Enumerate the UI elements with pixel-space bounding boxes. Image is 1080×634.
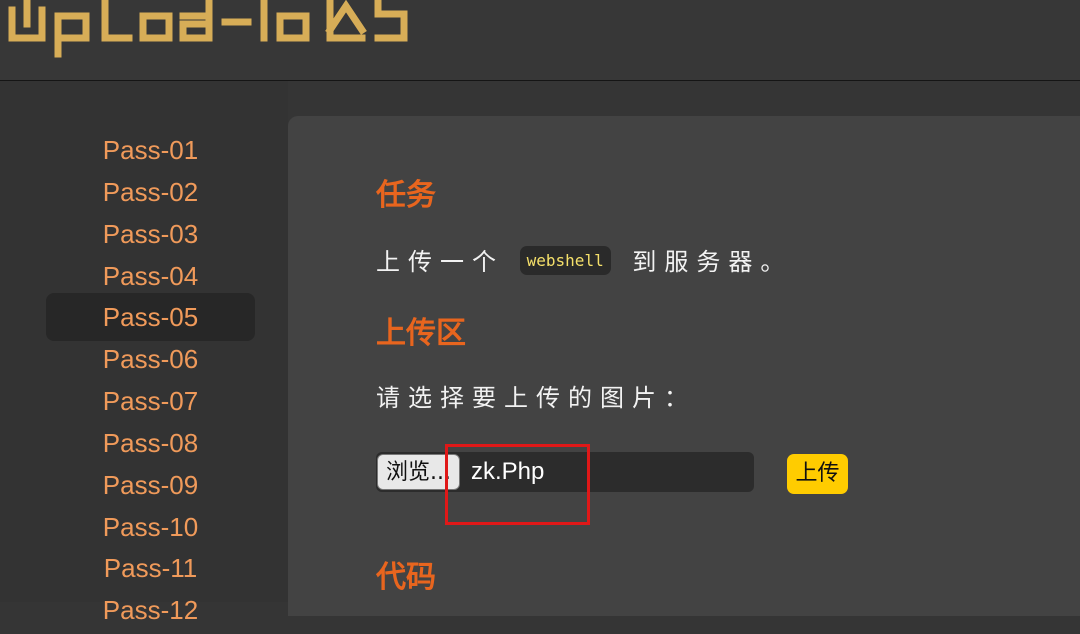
sidebar-item-pass-08[interactable]: Pass-08	[46, 419, 255, 467]
selected-file-name: zk.Php	[471, 458, 545, 485]
task-description: 上传一个 webshell 到服务器。	[376, 242, 792, 278]
webshell-code-pill: webshell	[519, 245, 611, 275]
sidebar-item-pass-06[interactable]: Pass-06	[46, 335, 255, 383]
site-logo[interactable]	[0, 0, 430, 62]
sidebar-item-pass-01[interactable]: Pass-01	[46, 126, 255, 174]
sidebar-item-pass-03[interactable]: Pass-03	[46, 210, 255, 258]
upload-area-title: 上传区	[376, 316, 466, 351]
browse-button[interactable]: 浏览...	[377, 454, 460, 490]
upload-prompt: 请选择要上传的图片：	[376, 384, 696, 412]
upload-submit-button[interactable]: 上传	[787, 454, 848, 494]
task-text-after: 到服务器。	[632, 248, 793, 276]
sidebar-item-pass-09[interactable]: Pass-09	[46, 461, 255, 509]
sidebar-item-pass-07[interactable]: Pass-07	[46, 377, 255, 425]
code-section-title: 代码	[376, 560, 436, 595]
task-text-before: 上传一个	[376, 248, 504, 276]
file-input[interactable]: 浏览... zk.Php	[376, 452, 754, 492]
main-content-panel: 任务 上传一个 webshell 到服务器。 上传区 请选择要上传的图片： 浏览…	[288, 116, 1080, 616]
task-title: 任务	[376, 178, 436, 213]
sidebar-item-pass-02[interactable]: Pass-02	[46, 168, 255, 216]
sidebar-item-pass-05[interactable]: Pass-05	[46, 293, 255, 341]
sidebar-item-pass-11[interactable]: Pass-11	[46, 544, 255, 592]
sidebar-item-pass-12[interactable]: Pass-12	[46, 586, 255, 634]
site-header	[0, 0, 1080, 81]
